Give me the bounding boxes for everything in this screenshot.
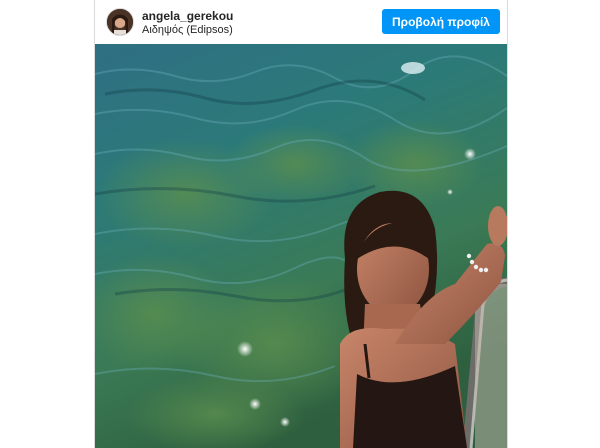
- post-header: angela_gerekou Αιδηψός (Edipsos) Προβολή…: [95, 0, 507, 44]
- avatar[interactable]: [106, 8, 134, 36]
- instagram-embed-card: angela_gerekou Αιδηψός (Edipsos) Προβολή…: [94, 0, 508, 448]
- view-profile-button[interactable]: Προβολή προφίλ: [382, 9, 500, 34]
- post-photo[interactable]: [95, 44, 507, 448]
- location-link[interactable]: Αιδηψός (Edipsos): [142, 24, 233, 36]
- page: angela_gerekou Αιδηψός (Edipsos) Προβολή…: [0, 0, 600, 448]
- username-link[interactable]: angela_gerekou: [142, 9, 233, 23]
